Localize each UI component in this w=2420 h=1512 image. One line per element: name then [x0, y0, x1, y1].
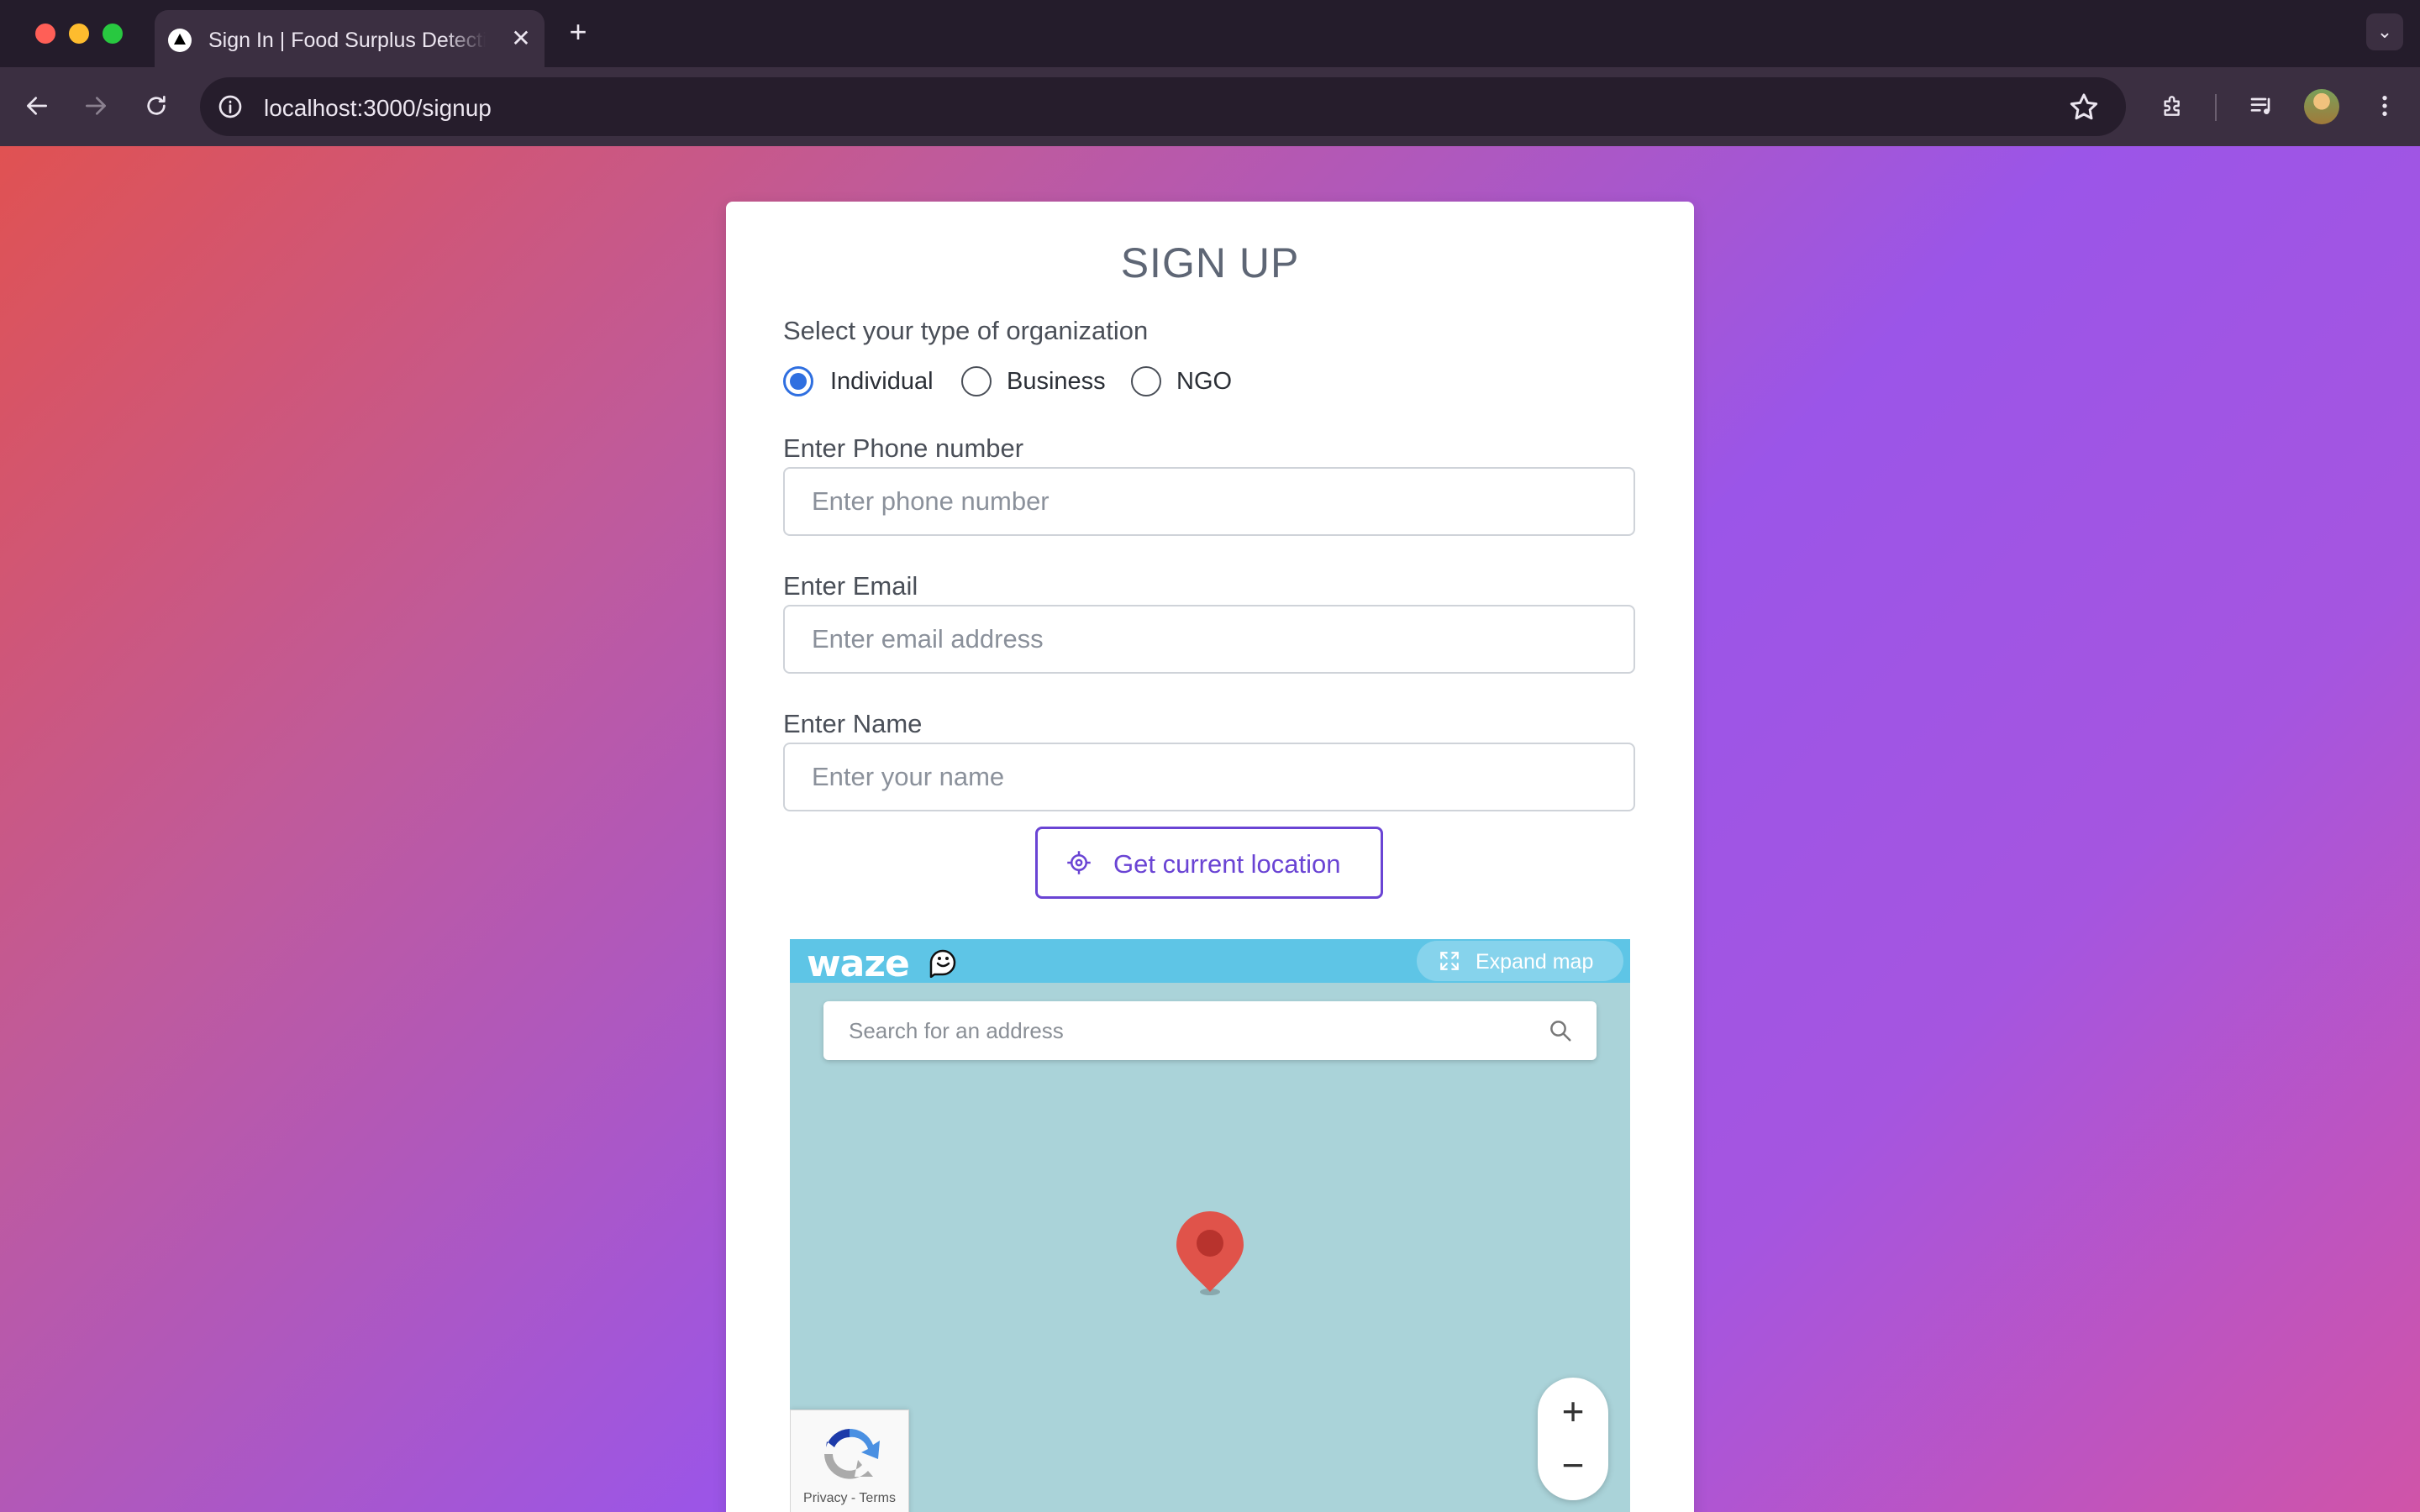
name-label: Enter Name	[783, 709, 923, 738]
recaptcha-links[interactable]: Privacy - Terms	[791, 1491, 908, 1506]
extensions-button[interactable]	[2153, 86, 2193, 126]
url-text[interactable]: localhost:3000/signup	[264, 95, 492, 122]
expand-map-button[interactable]: Expand map	[1417, 941, 1623, 981]
map-header: waze Expand map	[790, 939, 1630, 985]
media-controls-button[interactable]	[2242, 86, 2282, 126]
map-search-box[interactable]	[823, 1001, 1597, 1060]
forward-button[interactable]	[76, 86, 116, 126]
browser-toolbar: localhost:3000/signup	[0, 67, 2420, 146]
expand-icon	[1440, 952, 1459, 970]
get-location-label: Get current location	[1113, 849, 1341, 879]
email-field[interactable]	[783, 605, 1635, 674]
radio-business-label[interactable]: Business	[1007, 368, 1106, 396]
browser-tab-bar: Sign In | Food Surplus Detection ✕ + ⌄	[0, 0, 2420, 67]
window-minimize-button[interactable]	[69, 24, 89, 44]
window-maximize-button[interactable]	[103, 24, 123, 44]
recaptcha-badge[interactable]: Privacy - Terms	[790, 1410, 909, 1512]
reload-button[interactable]	[136, 86, 176, 126]
name-input[interactable]	[785, 744, 1634, 810]
reload-icon	[147, 96, 166, 115]
page-title: SIGN UP	[1120, 239, 1300, 286]
signup-card: SIGN UP Select your type of organization…	[726, 202, 1694, 1512]
location-pin-icon[interactable]	[1173, 1210, 1247, 1297]
browser-tab[interactable]: Sign In | Food Surplus Detection ✕	[155, 10, 544, 67]
music-queue-icon	[2250, 97, 2270, 114]
bookmark-star-icon[interactable]	[2067, 91, 2101, 124]
new-tab-button[interactable]: +	[561, 15, 595, 49]
radio-ngo[interactable]	[1131, 366, 1161, 396]
profile-avatar[interactable]	[2304, 89, 2339, 124]
get-location-button[interactable]: Get current location	[1035, 827, 1383, 899]
tab-close-icon[interactable]: ✕	[506, 24, 536, 54]
waze-face-icon	[929, 949, 956, 978]
search-icon[interactable]	[1548, 1018, 1573, 1043]
recaptcha-icon	[824, 1428, 880, 1479]
org-type-label: Select your type of organization	[783, 316, 1149, 345]
phone-field[interactable]	[783, 467, 1635, 536]
address-bar[interactable]: localhost:3000/signup	[200, 77, 2126, 136]
puzzle-icon	[2164, 96, 2180, 116]
radio-ngo-label[interactable]: NGO	[1176, 368, 1232, 396]
phone-input[interactable]	[785, 469, 1634, 534]
back-arrow-icon	[27, 97, 47, 115]
waze-logo[interactable]: waze	[807, 942, 910, 985]
email-label: Enter Email	[783, 571, 918, 601]
triangle-favicon-icon	[168, 29, 192, 52]
radio-individual[interactable]	[783, 366, 813, 396]
site-info-icon[interactable]	[217, 93, 244, 120]
kebab-menu-icon	[2382, 96, 2387, 116]
map-search-input[interactable]	[823, 1001, 1546, 1060]
email-input[interactable]	[785, 606, 1634, 672]
zoom-in-button[interactable]: +	[1538, 1384, 1608, 1438]
name-field[interactable]	[783, 743, 1635, 811]
expand-map-label: Expand map	[1476, 950, 1594, 974]
radio-business[interactable]	[961, 366, 992, 396]
toolbar-divider	[2215, 94, 2217, 121]
waze-map[interactable]: waze Expand map Search for an address + …	[790, 939, 1630, 1512]
phone-label: Enter Phone number	[783, 433, 1024, 463]
tab-title: Sign In | Food Surplus Detection	[208, 29, 486, 52]
zoom-out-button[interactable]: −	[1538, 1438, 1608, 1492]
forward-arrow-icon	[86, 97, 106, 115]
window-close-button[interactable]	[35, 24, 55, 44]
zoom-controls: + −	[1538, 1378, 1608, 1500]
back-button[interactable]	[17, 86, 57, 126]
page-background: SIGN UP Select your type of organization…	[0, 146, 2420, 1512]
crosshair-icon	[1067, 851, 1091, 874]
tab-search-button[interactable]: ⌄	[2366, 13, 2403, 50]
browser-menu-button[interactable]	[2365, 86, 2405, 126]
radio-individual-label[interactable]: Individual	[830, 368, 934, 396]
